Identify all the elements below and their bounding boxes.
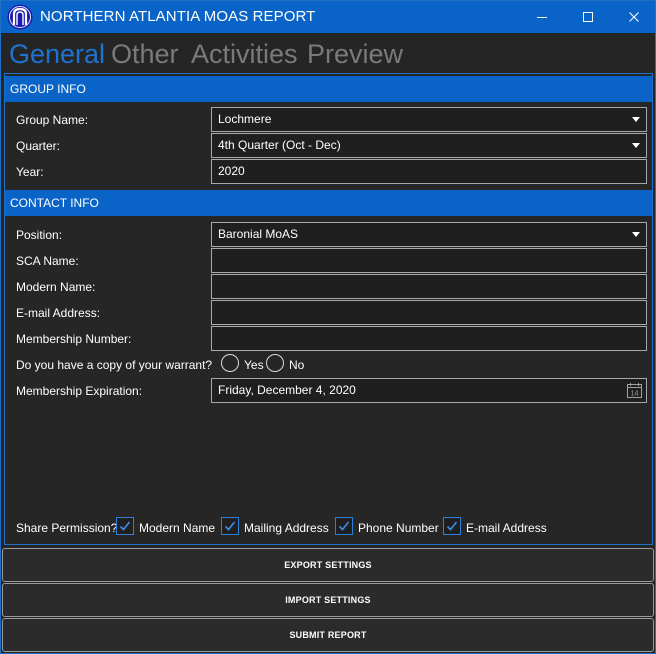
membership-expiration-datepicker[interactable]: Friday, December 4, 2020 14 [211, 378, 647, 403]
share-permission-label: Share Permission? [16, 521, 118, 535]
group-name-dropdown[interactable]: Lochmere [211, 107, 647, 132]
tab-bar: General Other Activities Preview [1, 37, 655, 71]
share-modern-name-checkbox[interactable] [116, 517, 134, 535]
submit-report-button[interactable]: SUBMIT REPORT [2, 618, 654, 652]
checkmark-icon [446, 521, 458, 531]
minimize-icon [537, 17, 547, 18]
export-settings-button[interactable]: EXPORT SETTINGS [2, 548, 654, 582]
membership-expiration-value: Friday, December 4, 2020 [218, 383, 356, 397]
checkmark-icon [119, 521, 131, 531]
warrant-no-radio[interactable] [266, 354, 284, 372]
share-phone-number-checkbox[interactable] [335, 517, 353, 535]
share-email-address-label[interactable]: E-mail Address [466, 521, 547, 535]
share-mailing-address-checkbox[interactable] [221, 517, 239, 535]
position-value: Baronial MoAS [218, 227, 299, 241]
checkmark-icon [224, 521, 236, 531]
group-name-value: Lochmere [218, 112, 272, 126]
contact-info-header: CONTACT INFO [5, 190, 652, 216]
position-dropdown[interactable]: Baronial MoAS [211, 222, 647, 247]
group-name-label: Group Name: [16, 113, 89, 127]
tab-general[interactable]: General [9, 37, 105, 71]
warrant-yes-label[interactable]: Yes [244, 358, 264, 372]
tab-activities[interactable]: Activities [191, 37, 298, 71]
tab-preview[interactable]: Preview [307, 37, 403, 71]
email-label: E-mail Address: [16, 306, 101, 320]
warrant-no-label[interactable]: No [289, 358, 304, 372]
membership-expiration-label: Membership Expiration: [16, 384, 143, 398]
year-label: Year: [16, 165, 44, 179]
membership-number-label: Membership Number: [16, 332, 132, 346]
chevron-down-icon [632, 232, 640, 237]
share-phone-number-label[interactable]: Phone Number [358, 521, 439, 535]
modern-name-label: Modern Name: [16, 280, 96, 294]
maximize-button[interactable] [565, 1, 611, 33]
chevron-down-icon [632, 143, 640, 148]
arch-logo-icon [7, 4, 33, 30]
tab-other[interactable]: Other [111, 37, 179, 71]
warrant-label: Do you have a copy of your warrant? [16, 358, 213, 372]
sca-name-label: SCA Name: [16, 254, 79, 268]
sca-name-input[interactable] [211, 248, 647, 273]
year-input[interactable]: 2020 [211, 159, 647, 184]
calendar-icon[interactable]: 14 [626, 382, 643, 399]
import-settings-button[interactable]: IMPORT SETTINGS [2, 583, 654, 617]
share-email-address-checkbox[interactable] [443, 517, 461, 535]
general-panel: GROUP INFO Group Name: Lochmere Quarter:… [4, 73, 653, 545]
quarter-value: 4th Quarter (Oct - Dec) [218, 138, 341, 152]
close-button[interactable] [611, 1, 656, 33]
title-bar[interactable]: NORTHERN ATLANTIA MOAS REPORT [1, 1, 655, 33]
year-value: 2020 [218, 164, 245, 178]
email-input[interactable] [211, 300, 647, 325]
warrant-yes-radio[interactable] [221, 354, 239, 372]
maximize-icon [583, 12, 593, 22]
share-mailing-address-label[interactable]: Mailing Address [244, 521, 329, 535]
chevron-down-icon [632, 117, 640, 122]
membership-number-input[interactable] [211, 326, 647, 351]
calendar-day: 14 [631, 391, 639, 398]
checkmark-icon [338, 521, 350, 531]
position-label: Position: [16, 228, 63, 242]
app-window: NORTHERN ATLANTIA MOAS REPORT General Ot… [0, 0, 656, 654]
share-modern-name-label[interactable]: Modern Name [139, 521, 215, 535]
modern-name-input[interactable] [211, 274, 647, 299]
minimize-button[interactable] [519, 1, 565, 33]
window-title: NORTHERN ATLANTIA MOAS REPORT [40, 8, 316, 25]
group-info-header: GROUP INFO [5, 76, 652, 102]
close-icon [629, 12, 639, 22]
quarter-dropdown[interactable]: 4th Quarter (Oct - Dec) [211, 133, 647, 158]
quarter-label: Quarter: [16, 139, 61, 153]
